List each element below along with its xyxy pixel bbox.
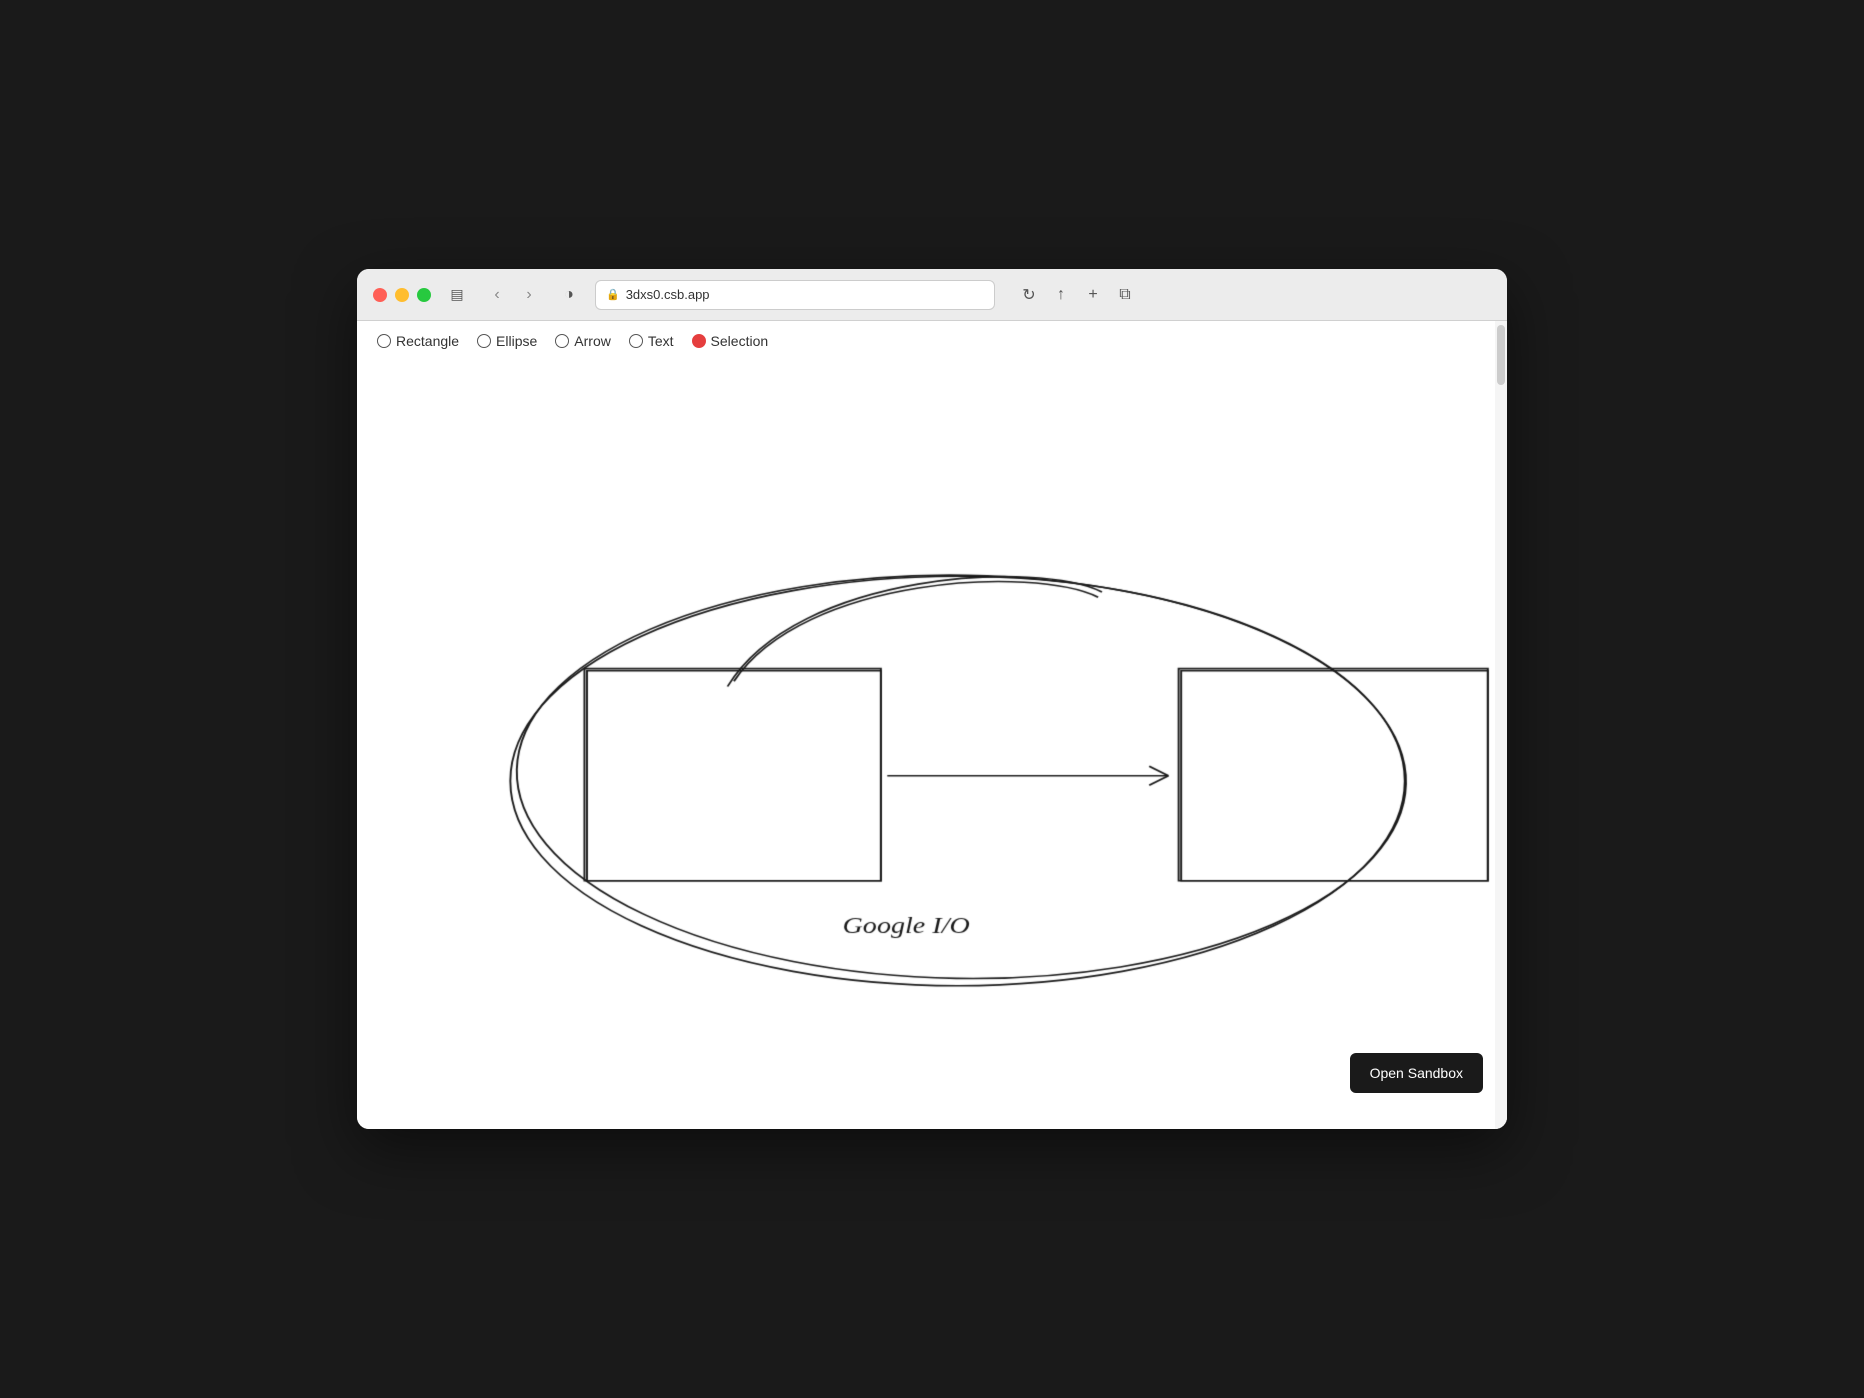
new-tab-button[interactable]: + xyxy=(1079,281,1107,309)
shield-container: ◑ xyxy=(555,281,583,309)
radio-ellipse[interactable] xyxy=(477,334,491,348)
back-button[interactable]: ‹ xyxy=(483,281,511,309)
forward-button[interactable]: › xyxy=(515,281,543,309)
minimize-button[interactable] xyxy=(395,288,409,302)
tool-arrow-label: Arrow xyxy=(574,333,611,349)
sidebar-toggle-button[interactable]: ▤ xyxy=(443,281,471,309)
tool-rectangle-label: Rectangle xyxy=(396,333,459,349)
open-sandbox-button[interactable]: Open Sandbox xyxy=(1350,1053,1483,1093)
sidebar-icon: ▤ xyxy=(450,286,463,303)
tool-selection[interactable]: Selection xyxy=(692,333,769,349)
tool-text-label: Text xyxy=(648,333,674,349)
close-button[interactable] xyxy=(373,288,387,302)
traffic-lights xyxy=(373,288,431,302)
share-button[interactable]: ↑ xyxy=(1047,281,1075,309)
maximize-button[interactable] xyxy=(417,288,431,302)
back-icon: ‹ xyxy=(494,286,499,304)
browser-window: ▤ ‹ › ◑ 🔒 3dxs0.csb.app ↻ ↑ + xyxy=(357,269,1507,1129)
drawing-canvas[interactable] xyxy=(357,361,1507,1117)
tool-ellipse[interactable]: Ellipse xyxy=(477,333,537,349)
title-bar: ▤ ‹ › ◑ 🔒 3dxs0.csb.app ↻ ↑ + xyxy=(357,269,1507,321)
reload-button[interactable]: ↻ xyxy=(1015,281,1043,309)
radio-rectangle[interactable] xyxy=(377,334,391,348)
lock-icon: 🔒 xyxy=(606,288,620,301)
tool-text[interactable]: Text xyxy=(629,333,674,349)
forward-icon: › xyxy=(526,286,531,304)
radio-selection[interactable] xyxy=(692,334,706,348)
tool-bar: Rectangle Ellipse Arrow Text Selection xyxy=(357,321,1507,361)
share-icon: ↑ xyxy=(1057,286,1065,304)
tool-selection-label: Selection xyxy=(711,333,769,349)
url-text: 3dxs0.csb.app xyxy=(626,287,710,302)
shield-icon: ◑ xyxy=(564,286,574,304)
tool-rectangle[interactable]: Rectangle xyxy=(377,333,459,349)
address-bar[interactable]: 🔒 3dxs0.csb.app xyxy=(595,280,995,310)
reload-icon: ↻ xyxy=(1022,285,1035,305)
radio-arrow[interactable] xyxy=(555,334,569,348)
plus-icon: + xyxy=(1088,286,1097,304)
content-area: Rectangle Ellipse Arrow Text Selection O xyxy=(357,321,1507,1129)
scrollbar-thumb-right[interactable] xyxy=(1497,325,1505,385)
toolbar-right: ↻ ↑ + ⧉ xyxy=(1015,281,1139,309)
canvas-area[interactable]: Open Sandbox xyxy=(357,361,1507,1117)
scrollbar-right[interactable] xyxy=(1495,321,1507,1129)
radio-text[interactable] xyxy=(629,334,643,348)
tabs-icon: ⧉ xyxy=(1119,286,1130,304)
tool-arrow[interactable]: Arrow xyxy=(555,333,611,349)
tabs-button[interactable]: ⧉ xyxy=(1111,281,1139,309)
nav-buttons: ‹ › xyxy=(483,281,543,309)
tool-ellipse-label: Ellipse xyxy=(496,333,537,349)
